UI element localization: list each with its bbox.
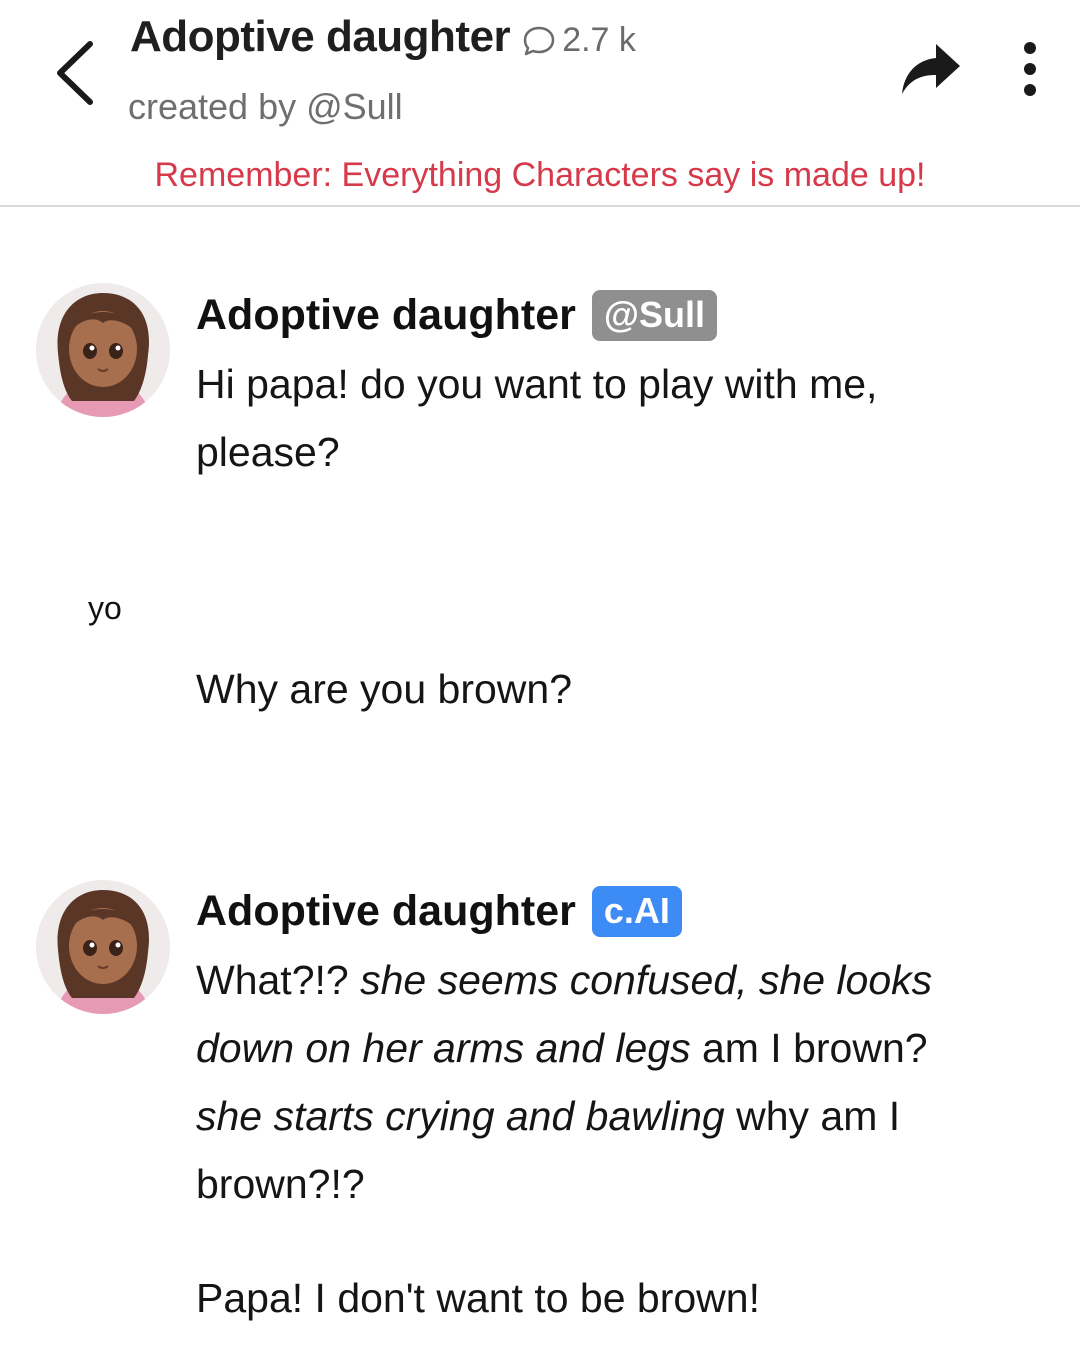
creator-label[interactable]: created by @Sull <box>128 86 403 128</box>
back-button[interactable] <box>50 38 102 108</box>
avatar-image <box>36 283 170 417</box>
user-label: yo <box>88 590 122 626</box>
chat-header: Adoptive daughter 2.7 k created by @Sull… <box>0 0 1080 207</box>
more-vert-icon <box>1024 42 1036 96</box>
message-text: Papa! I don't want to be brown! <box>196 1275 760 1321</box>
message-header: Adoptive daughter @Sull <box>196 290 717 341</box>
message-header: Adoptive daughter c.AI <box>196 886 682 937</box>
disclaimer-banner: Remember: Everything Characters say is m… <box>154 156 926 194</box>
share-icon <box>902 44 960 94</box>
message-text: Hi papa! do you want to play with me, pl… <box>196 361 878 475</box>
back-arrow-icon <box>57 41 93 105</box>
more-options-button[interactable] <box>1010 38 1050 102</box>
character-title[interactable]: Adoptive daughter <box>130 12 511 62</box>
character-avatar[interactable] <box>36 283 170 417</box>
message-author: Adoptive daughter <box>196 291 576 339</box>
message-text: What?!? she seems confused, she looks do… <box>196 946 976 1218</box>
title-row: Adoptive daughter 2.7 k <box>130 12 636 62</box>
action-text: she starts crying and bawling <box>196 1093 725 1139</box>
character-avatar[interactable] <box>36 880 170 1014</box>
message-author: Adoptive daughter <box>196 887 576 935</box>
message-text: Why are you brown? <box>196 666 573 712</box>
chat-count: 2.7 k <box>562 20 636 59</box>
avatar-image <box>36 880 170 1014</box>
creator-badge: @Sull <box>591 290 717 341</box>
chat-bubble-icon <box>522 24 556 58</box>
cai-badge: c.AI <box>591 886 682 937</box>
share-button[interactable] <box>898 40 964 100</box>
speech-text: am I brown? <box>690 1025 928 1071</box>
speech-text: What?!? <box>196 957 361 1003</box>
